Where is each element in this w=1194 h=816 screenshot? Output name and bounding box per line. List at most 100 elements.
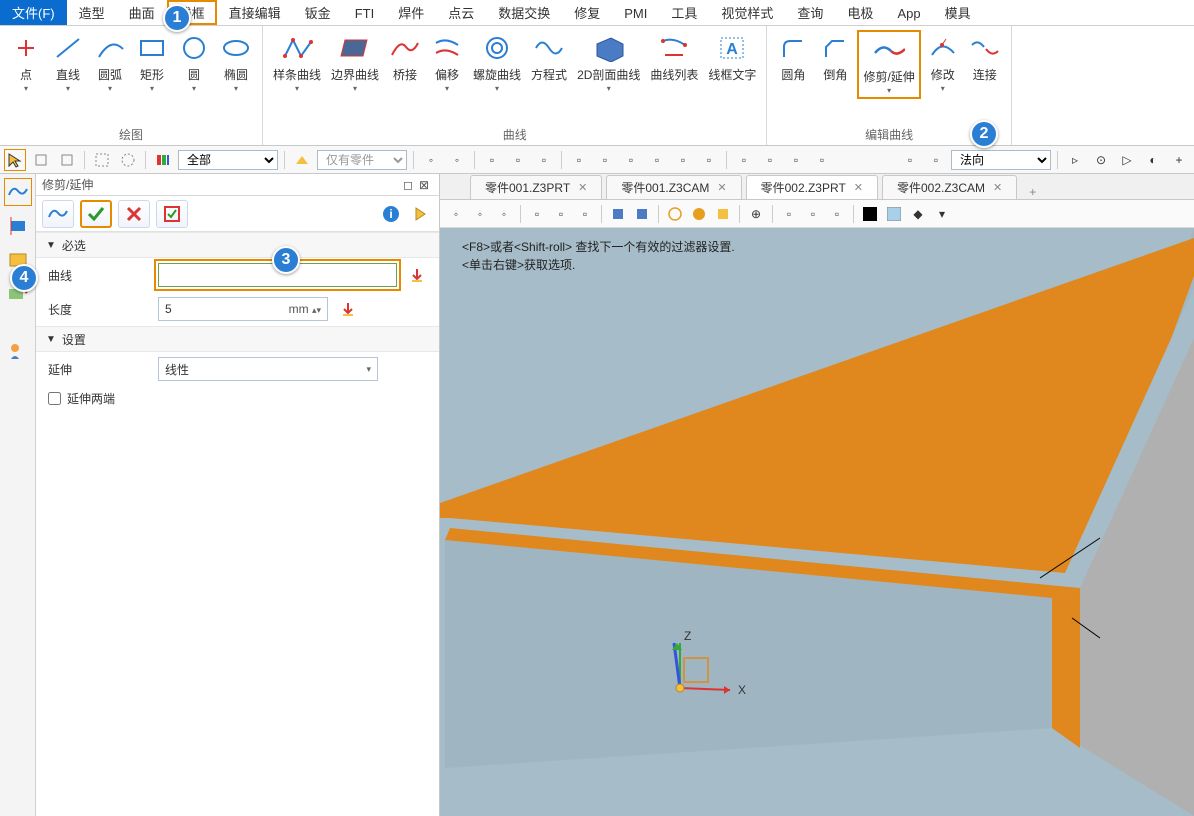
menu-item[interactable]: 修复 xyxy=(562,0,612,25)
btn-arc[interactable]: 圆弧▾ xyxy=(90,30,130,95)
menu-item[interactable]: 电极 xyxy=(835,0,885,25)
section-required[interactable]: ▼必选 xyxy=(36,232,439,258)
tb-arrow[interactable] xyxy=(4,149,26,171)
sidebar-btn[interactable] xyxy=(4,212,32,240)
length-picker-icon[interactable] xyxy=(338,299,358,319)
btn-bridge[interactable]: 桥接 xyxy=(385,30,425,85)
doc-tab[interactable]: 零件001.Z3PRT✕ xyxy=(470,175,602,199)
vtb-btn[interactable] xyxy=(632,204,652,224)
btn-ellipse[interactable]: 椭圆▾ xyxy=(216,30,256,95)
btn-spiral[interactable]: 螺旋曲线▾ xyxy=(469,30,525,95)
combo-extend-type[interactable]: 线性▾ xyxy=(158,357,378,381)
btn-circle[interactable]: 圆▾ xyxy=(174,30,214,95)
tb-btn[interactable]: ◐ xyxy=(1142,149,1164,171)
vtb-btn[interactable] xyxy=(713,204,733,224)
tab-close-icon[interactable]: ✕ xyxy=(578,181,587,194)
tb-btn[interactable]: ▫ xyxy=(646,149,668,171)
action-apply-button[interactable] xyxy=(156,200,188,228)
tb-btn[interactable]: ▫ xyxy=(899,149,921,171)
vtb-btn[interactable] xyxy=(884,204,904,224)
btn-equation[interactable]: 方程式 xyxy=(527,30,571,85)
menu-item[interactable]: 曲面 xyxy=(117,0,167,25)
menu-item[interactable]: 焊件 xyxy=(386,0,436,25)
vtb-btn[interactable] xyxy=(608,204,628,224)
tb-btn[interactable]: ▫ xyxy=(533,149,555,171)
btn-fillet[interactable]: 圆角 xyxy=(773,30,813,85)
btn-point[interactable]: 点▾ xyxy=(6,30,46,95)
combo-all[interactable]: 全部 xyxy=(178,150,278,170)
tb-btn[interactable] xyxy=(152,149,174,171)
menu-item[interactable]: PMI xyxy=(612,0,659,25)
vtb-btn[interactable] xyxy=(665,204,685,224)
vtb-btn[interactable] xyxy=(860,204,880,224)
tab-close-icon[interactable]: ✕ xyxy=(993,181,1002,194)
tab-close-icon[interactable]: ✕ xyxy=(854,181,863,194)
add-tab-button[interactable]: + xyxy=(1021,185,1044,199)
btn-curve-list[interactable]: 曲线列表 xyxy=(646,30,702,85)
tab-close-icon[interactable]: ✕ xyxy=(717,181,726,194)
vtb-btn[interactable]: ◦ xyxy=(470,204,490,224)
tb-btn[interactable]: ▫ xyxy=(568,149,590,171)
panel-restore-icon[interactable]: ◻ xyxy=(403,178,417,192)
tb-btn[interactable]: ▫ xyxy=(594,149,616,171)
menu-item[interactable]: App xyxy=(885,0,932,25)
menu-item[interactable]: FTI xyxy=(343,0,387,25)
btn-chamfer[interactable]: 倒角 xyxy=(815,30,855,85)
tb-btn[interactable]: ▷ xyxy=(1116,149,1138,171)
btn-offset[interactable]: 偏移▾ xyxy=(427,30,467,95)
vtb-btn[interactable]: ◦ xyxy=(494,204,514,224)
checkbox-both-ends[interactable] xyxy=(48,392,61,405)
tb-btn[interactable] xyxy=(291,149,313,171)
tb-btn[interactable] xyxy=(117,149,139,171)
doc-tab[interactable]: 零件001.Z3CAM✕ xyxy=(606,175,741,199)
vtb-btn[interactable]: ▾ xyxy=(932,204,952,224)
menu-item[interactable]: 钣金 xyxy=(293,0,343,25)
sidebar-feature-icon[interactable] xyxy=(4,178,32,206)
panel-close-icon[interactable]: ⊠ xyxy=(419,178,433,192)
tb-btn[interactable]: ▫ xyxy=(925,149,947,171)
tb-btn[interactable] xyxy=(30,149,52,171)
menu-item[interactable]: 直接编辑 xyxy=(217,0,293,25)
tb-btn[interactable] xyxy=(56,149,78,171)
menu-item[interactable]: 查询 xyxy=(785,0,835,25)
section-settings[interactable]: ▼设置 xyxy=(36,326,439,352)
vtb-btn[interactable]: ▫ xyxy=(779,204,799,224)
btn-trim-extend[interactable]: 修剪/延伸▾ xyxy=(857,30,920,99)
btn-line[interactable]: 直线▾ xyxy=(48,30,88,95)
vtb-btn[interactable] xyxy=(689,204,709,224)
vtb-btn[interactable]: ▫ xyxy=(803,204,823,224)
btn-boundary-curve[interactable]: 边界曲线▾ xyxy=(327,30,383,95)
tb-btn[interactable]: ▫ xyxy=(733,149,755,171)
doc-tab-active[interactable]: 零件002.Z3PRT✕ xyxy=(746,175,878,199)
vtb-btn[interactable]: ◦ xyxy=(446,204,466,224)
3d-viewport[interactable]: <F8>或者<Shift-roll> 查找下一个有效的过滤器设置. <单击右键>… xyxy=(440,228,1194,816)
menu-file[interactable]: 文件(F) xyxy=(0,0,67,25)
action-ok-button[interactable] xyxy=(80,200,112,228)
btn-modify[interactable]: 修改▾ xyxy=(923,30,963,95)
tb-btn[interactable]: ▫ xyxy=(672,149,694,171)
tb-btn[interactable]: ▫ xyxy=(811,149,833,171)
btn-spline[interactable]: 样条曲线▾ xyxy=(269,30,325,95)
curve-picker-icon[interactable] xyxy=(407,265,427,285)
btn-connect[interactable]: 连接 xyxy=(965,30,1005,85)
vtb-btn[interactable]: ▫ xyxy=(551,204,571,224)
combo-parts[interactable]: 仅有零件 xyxy=(317,150,407,170)
menu-item[interactable]: 数据交换 xyxy=(486,0,562,25)
action-info-button[interactable]: i xyxy=(379,200,403,228)
tb-btn[interactable]: ▫ xyxy=(620,149,642,171)
action-next-button[interactable] xyxy=(409,200,433,228)
tb-btn[interactable]: ▹ xyxy=(1064,149,1086,171)
tb-btn[interactable]: ▫ xyxy=(507,149,529,171)
combo-normal[interactable]: 法向 xyxy=(951,150,1051,170)
menu-item[interactable]: 点云 xyxy=(436,0,486,25)
tb-btn[interactable]: ▫ xyxy=(785,149,807,171)
doc-tab[interactable]: 零件002.Z3CAM✕ xyxy=(882,175,1017,199)
tb-btn[interactable]: ◦ xyxy=(446,149,468,171)
vtb-btn[interactable]: ◆ xyxy=(908,204,928,224)
action-cancel-button[interactable] xyxy=(118,200,150,228)
btn-text-curve[interactable]: A线框文字 xyxy=(704,30,760,85)
input-length[interactable]: 5 mm ▴▾ xyxy=(158,297,328,321)
sidebar-btn[interactable] xyxy=(4,338,32,366)
tb-btn[interactable]: ◦ xyxy=(420,149,442,171)
vtb-btn[interactable]: ▫ xyxy=(527,204,547,224)
